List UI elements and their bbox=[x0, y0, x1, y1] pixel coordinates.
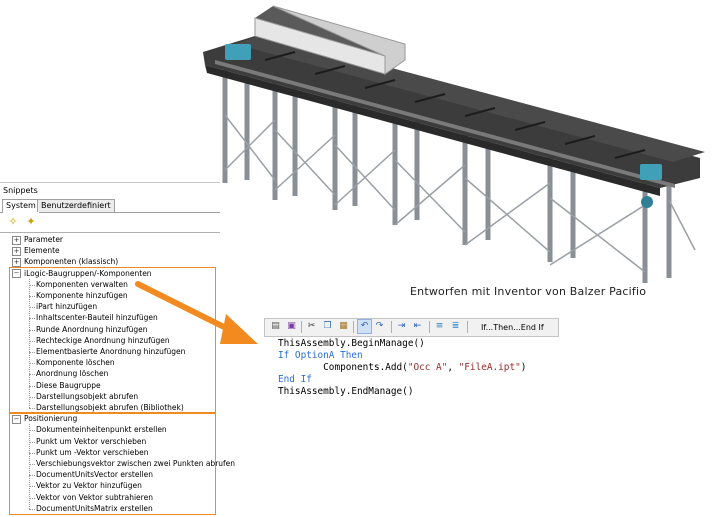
redo-icon[interactable]: ↷ bbox=[373, 320, 386, 333]
code-token: "Occ A" bbox=[407, 362, 448, 373]
outdent-icon[interactable]: ⇤ bbox=[411, 320, 424, 333]
uncomment-icon[interactable]: ≣ bbox=[449, 320, 462, 333]
code-token: ThisAssembly.EndManage() bbox=[278, 386, 414, 397]
code-token: If OptionA Then bbox=[278, 350, 363, 361]
toolbar-separator bbox=[353, 321, 354, 333]
code-token: ) bbox=[520, 362, 527, 373]
highlight-box bbox=[9, 412, 216, 515]
code-token: ThisAssembly.BeginManage() bbox=[278, 338, 425, 349]
snippet-tabs: System Benutzerdefiniert bbox=[0, 198, 220, 213]
code-token: End If bbox=[278, 374, 312, 385]
expand-icon[interactable]: + bbox=[12, 235, 21, 245]
caption-text: Entworfen mit Inventor von Balzer Pacifi… bbox=[410, 285, 647, 298]
add-snippet-icon[interactable]: ✧ bbox=[6, 215, 20, 229]
toolbar-separator bbox=[301, 321, 302, 333]
if-then-end-if-button[interactable]: If...Then...End If bbox=[481, 321, 544, 334]
code-line: If OptionA Then bbox=[278, 350, 526, 362]
paste-icon[interactable]: ▦ bbox=[337, 320, 350, 333]
conveyor-illustration bbox=[203, 5, 705, 283]
expand-icon[interactable]: + bbox=[12, 246, 21, 256]
highlight-box bbox=[9, 266, 216, 415]
print-icon[interactable]: ▤ bbox=[269, 320, 282, 333]
code-line: Components.Add("Occ A", "FileA.ipt") bbox=[278, 362, 526, 374]
toolbar-separator bbox=[467, 321, 468, 333]
save-icon[interactable]: ▣ bbox=[285, 320, 298, 333]
edit-snippet-icon[interactable]: ✦ bbox=[24, 215, 38, 229]
comment-icon[interactable]: ≡ bbox=[433, 320, 446, 333]
tree-label: Komponenten (klassisch) bbox=[24, 257, 119, 267]
tree-group[interactable]: Elemente bbox=[24, 245, 60, 256]
snippets-panel: Snippets System Benutzerdefiniert ✧ ✦ + P… bbox=[0, 182, 235, 517]
conveyor-belt bbox=[203, 34, 705, 196]
tab-system[interactable]: System bbox=[2, 199, 40, 213]
toolbar-separator bbox=[429, 321, 430, 333]
tree-label: Parameter bbox=[24, 235, 64, 244]
editor-toolbar: If...Then...End If ▤ ▣ ✂ ❐ ▦ ↶ ↷ ⇥ ⇤ ≡ ≣ bbox=[264, 318, 559, 337]
code-token: , bbox=[447, 362, 459, 373]
code-token: "FileA.ipt" bbox=[458, 362, 521, 373]
cut-icon[interactable]: ✂ bbox=[305, 320, 318, 333]
code-line: ThisAssembly.EndManage() bbox=[278, 386, 526, 398]
tree-group[interactable]: Parameter bbox=[24, 234, 63, 245]
code-token: Components.Add( bbox=[278, 362, 408, 373]
expand-icon[interactable]: + bbox=[12, 257, 21, 267]
code-editor: If...Then...End If ▤ ▣ ✂ ❐ ▦ ↶ ↷ ⇥ ⇤ ≡ ≣ ThisAssem… bbox=[264, 318, 559, 402]
code-line: ThisAssembly.BeginManage() bbox=[278, 338, 526, 350]
toolbar-separator bbox=[391, 321, 392, 333]
panel-title: Snippets bbox=[3, 186, 38, 195]
tree-label: Elemente bbox=[24, 246, 60, 256]
code-line: End If bbox=[278, 374, 526, 386]
undo-icon[interactable]: ↶ bbox=[357, 319, 372, 334]
code-area[interactable]: ThisAssembly.BeginManage() If OptionA The… bbox=[278, 338, 526, 398]
copy-icon[interactable]: ❐ bbox=[321, 320, 334, 333]
tab-user-defined[interactable]: Benutzerdefiniert bbox=[37, 199, 115, 212]
snippet-tree: + Parameter + Elemente + Komponenten (klassis… bbox=[0, 232, 235, 517]
indent-icon[interactable]: ⇥ bbox=[395, 320, 408, 333]
